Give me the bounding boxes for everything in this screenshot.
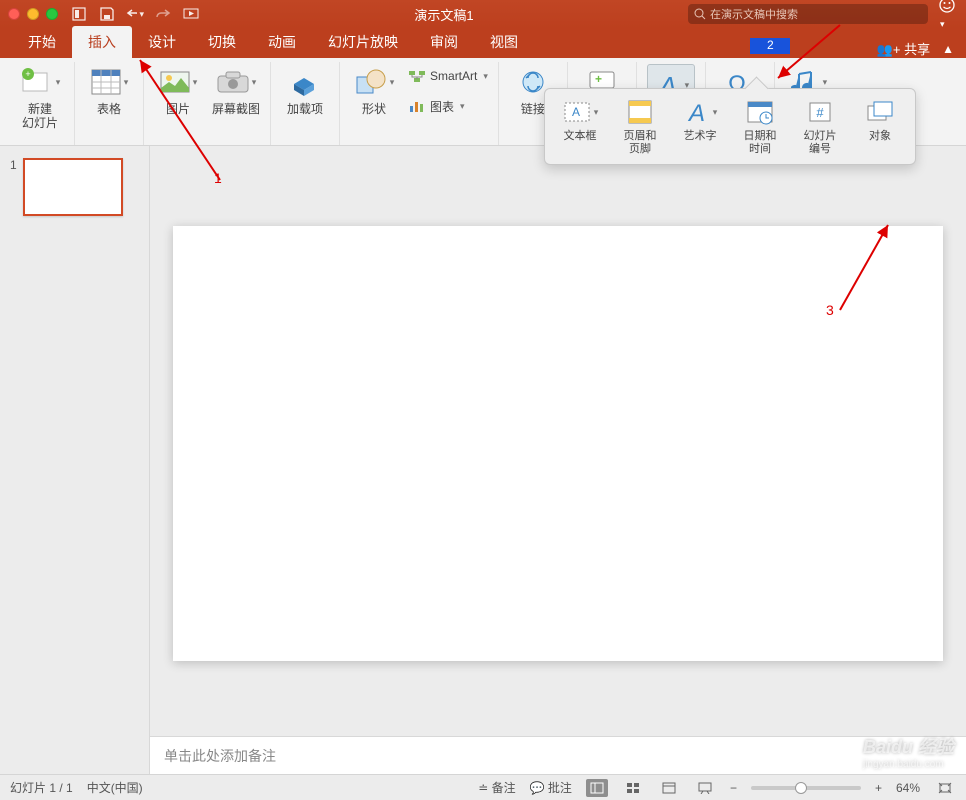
collapse-ribbon-icon[interactable]: ▲ [942,42,954,56]
header-footer-button[interactable]: 页眉和 页脚 [615,97,665,156]
window-controls [8,8,58,20]
fit-window-icon[interactable] [934,779,956,797]
svg-text:#: # [816,105,824,120]
slide[interactable] [173,226,943,661]
document-title: 演示文稿1 [200,5,688,24]
svg-text:A: A [572,105,580,119]
svg-text:+: + [25,69,30,79]
thumbnail-preview[interactable] [23,158,123,216]
text-dropdown-panel: A▾ 文本框 页眉和 页脚 A▾ 艺术字 日期和 时间 # 幻灯片 编号 对象 [544,88,916,165]
annotation-label-1: 1 [214,170,222,186]
tab-home[interactable]: 开始 [12,26,72,58]
workspace: 1 单击此处添加备注 [0,146,966,774]
object-button[interactable]: 对象 [855,97,905,156]
thumbnail-number: 1 [10,158,17,216]
slide-number-button[interactable]: # 幻灯片 编号 [795,97,845,156]
close-window[interactable] [8,8,20,20]
slideshow-view-icon[interactable] [694,779,716,797]
textbox-button[interactable]: A▾ 文本框 [555,97,605,156]
titlebar: ▾ 演示文稿1 在演示文稿中搜索 ▾ [0,0,966,28]
zoom-level[interactable]: 64% [896,781,920,795]
thumbnail-pane[interactable]: 1 [0,146,150,774]
watermark: Baidu 经验 jingyan.baidu.com [863,733,954,770]
redo-icon[interactable] [154,5,172,23]
smartart-button[interactable]: SmartArt▾ [408,64,488,88]
language-label[interactable]: 中文(中国) [87,779,143,796]
share-button[interactable]: 👥+ 共享 [877,39,930,58]
date-time-button[interactable]: 日期和 时间 [735,97,785,156]
sorter-view-icon[interactable] [622,779,644,797]
tab-slideshow[interactable]: 幻灯片放映 [312,26,414,58]
comments-toggle[interactable]: 💬 批注 [530,779,572,796]
zoom-in[interactable]: + [875,781,882,795]
ribbon-tabs: 开始 插入 设计 切换 动画 幻灯片放映 审阅 视图 👥+ 共享 ▲ [0,28,966,58]
undo-icon[interactable]: ▾ [126,5,144,23]
notes-pane[interactable]: 单击此处添加备注 [150,736,966,774]
thumbnail-item[interactable]: 1 [0,158,149,216]
zoom-out[interactable]: − [730,781,737,795]
minimize-window[interactable] [27,8,39,20]
slide-canvas-area[interactable] [150,146,966,736]
tab-review[interactable]: 审阅 [414,26,474,58]
picture-button[interactable]: ▾ 图片 [154,64,202,116]
tab-transitions[interactable]: 切换 [192,26,252,58]
start-slideshow-icon[interactable] [182,5,200,23]
chart-icon [408,98,426,114]
search-placeholder: 在演示文稿中搜索 [710,6,798,22]
slide-count-label: 幻灯片 1 / 1 [10,779,73,796]
chart-button[interactable]: 图表▾ [408,94,488,118]
editor-pane: 单击此处添加备注 [150,146,966,774]
smartart-icon [408,68,426,84]
search-input[interactable]: 在演示文稿中搜索 [688,4,928,24]
zoom-window[interactable] [46,8,58,20]
table-button[interactable]: ▾ 表格 [85,64,133,116]
normal-view-icon[interactable] [586,779,608,797]
svg-text:A: A [687,100,705,125]
screenshot-button[interactable]: ▾ 屏幕截图 [212,64,260,116]
wordart-button[interactable]: A▾ 艺术字 [675,97,725,156]
annotation-label-2: 2 [767,38,774,52]
tab-animations[interactable]: 动画 [252,26,312,58]
addins-button[interactable]: 加载项 [281,64,329,116]
save-icon[interactable] [98,5,116,23]
new-slide-button[interactable]: +▾ 新建 幻灯片 [16,64,64,130]
tab-view[interactable]: 视图 [474,26,534,58]
notes-placeholder: 单击此处添加备注 [164,746,276,766]
quick-access-toolbar: ▾ [70,5,200,23]
tab-design[interactable]: 设计 [132,26,192,58]
svg-text:+: + [595,72,602,86]
autosave-icon[interactable] [70,5,88,23]
status-bar: 幻灯片 1 / 1 中文(中国) ≐ 备注 💬 批注 − + 64% [0,774,966,800]
shapes-button[interactable]: ▾ 形状 [350,64,398,116]
reading-view-icon[interactable] [658,779,680,797]
search-icon [694,8,706,20]
zoom-slider[interactable] [751,786,861,790]
notes-toggle[interactable]: ≐ 备注 [478,779,515,796]
feedback-icon[interactable]: ▾ [938,0,958,32]
annotation-label-3: 3 [826,302,834,318]
tab-insert[interactable]: 插入 [72,26,132,58]
